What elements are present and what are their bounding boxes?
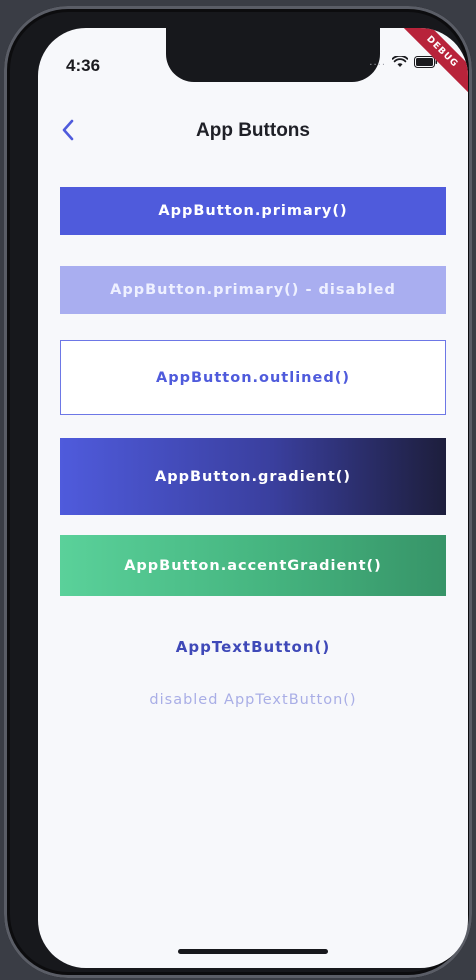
page-title: App Buttons (196, 120, 310, 141)
camera-notch (166, 28, 380, 82)
primary-disabled-button: AppButton.primary() - disabled (60, 266, 446, 314)
disabled-text-button: disabled AppTextButton() (149, 692, 357, 708)
home-indicator (178, 949, 328, 954)
gradient-button[interactable]: AppButton.gradient() (60, 438, 446, 515)
text-button[interactable]: AppTextButton() (38, 638, 468, 656)
signal-icon: .... (369, 56, 386, 68)
status-time: 4:36 (66, 56, 101, 75)
phone-frame: 4:36 .... DEBUG App Buttons AppButton.pr… (4, 6, 472, 978)
status-icons: .... (369, 56, 438, 68)
wifi-icon (392, 56, 408, 68)
outlined-button[interactable]: AppButton.outlined() (60, 340, 446, 415)
primary-button[interactable]: AppButton.primary() (60, 187, 446, 235)
phone-screen: 4:36 .... DEBUG App Buttons AppButton.pr… (38, 28, 468, 968)
app-bar: App Buttons (38, 108, 468, 158)
accent-gradient-button[interactable]: AppButton.accentGradient() (60, 535, 446, 596)
